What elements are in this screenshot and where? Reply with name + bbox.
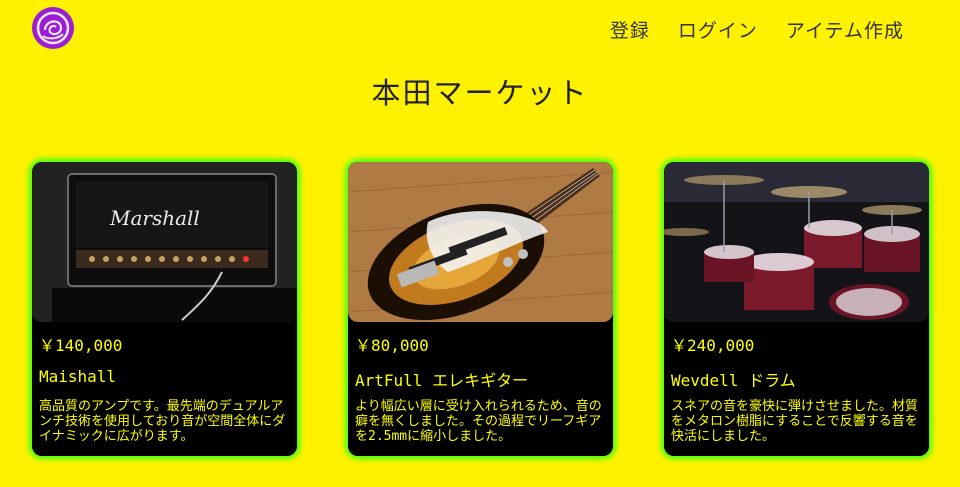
top-nav: 登録 ログイン アイテム作成 [610,16,904,43]
svg-text:Marshall: Marshall [109,206,200,230]
item-description: より幅広い層に受け入れられるため、音の癖を無くしました。その過程でリーフギアを2… [355,399,602,444]
item-name: Maishall [39,367,117,386]
item-description: 高品質のアンプです。最先端のデュアルアンチ技術を使用しており音が空間全体にダイナ… [39,399,286,444]
item-card-list: Marshall ￥140,000 Maishall 高品質のアンプです。最先端… [32,162,930,456]
item-name: Wevdell ドラム [671,371,796,390]
item-card-drums[interactable]: ￥240,000 Wevdell ドラム スネアの音を豪快に弾けさせました。材質… [664,162,929,456]
site-title: 本田マーケット [371,76,589,110]
electric-bass-image [348,162,613,322]
drum-kit-image [664,162,929,322]
item-description: スネアの音を豪快に弾けさせました。材質をメタロン樹脂にすることで反響する音を快活… [671,399,919,444]
item-name: ArtFull エレキギター [355,371,529,390]
nav-login-link[interactable]: ログイン [678,16,758,43]
item-price: ￥240,000 [671,336,755,355]
item-price: ￥80,000 [355,336,429,355]
item-card-amp[interactable]: Marshall ￥140,000 Maishall 高品質のアンプです。最先端… [32,162,297,456]
guitar-amp-image: Marshall [32,162,297,322]
item-card-bass[interactable]: ￥80,000 ArtFull エレキギター より幅広い層に受け入れられるため、… [348,162,613,456]
rose-logo-icon[interactable] [31,6,75,50]
nav-create-item-link[interactable]: アイテム作成 [786,16,904,43]
nav-register-link[interactable]: 登録 [610,16,650,43]
item-price: ￥140,000 [39,336,123,355]
